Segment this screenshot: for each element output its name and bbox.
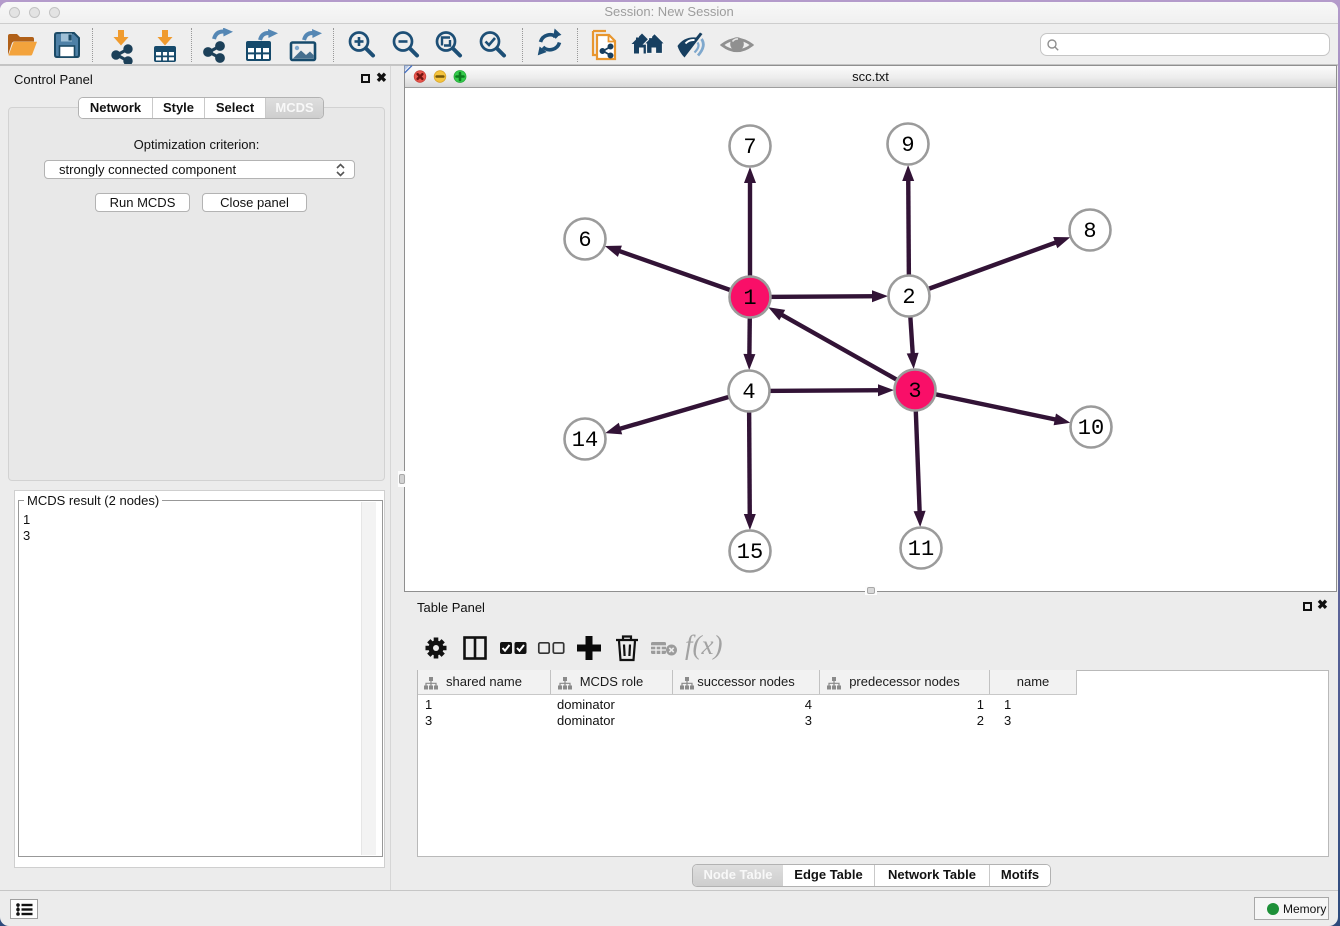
svg-text:3: 3 [908,379,921,404]
svg-text:11: 11 [908,537,934,562]
svg-text:2: 2 [902,285,915,310]
svg-text:1: 1 [743,286,756,311]
svg-text:10: 10 [1078,416,1104,441]
svg-text:4: 4 [742,380,755,405]
svg-text:15: 15 [737,540,763,565]
svg-text:6: 6 [578,228,591,253]
svg-text:14: 14 [572,428,598,453]
svg-text:9: 9 [901,133,914,158]
svg-text:8: 8 [1083,219,1096,244]
svg-text:7: 7 [743,135,756,160]
